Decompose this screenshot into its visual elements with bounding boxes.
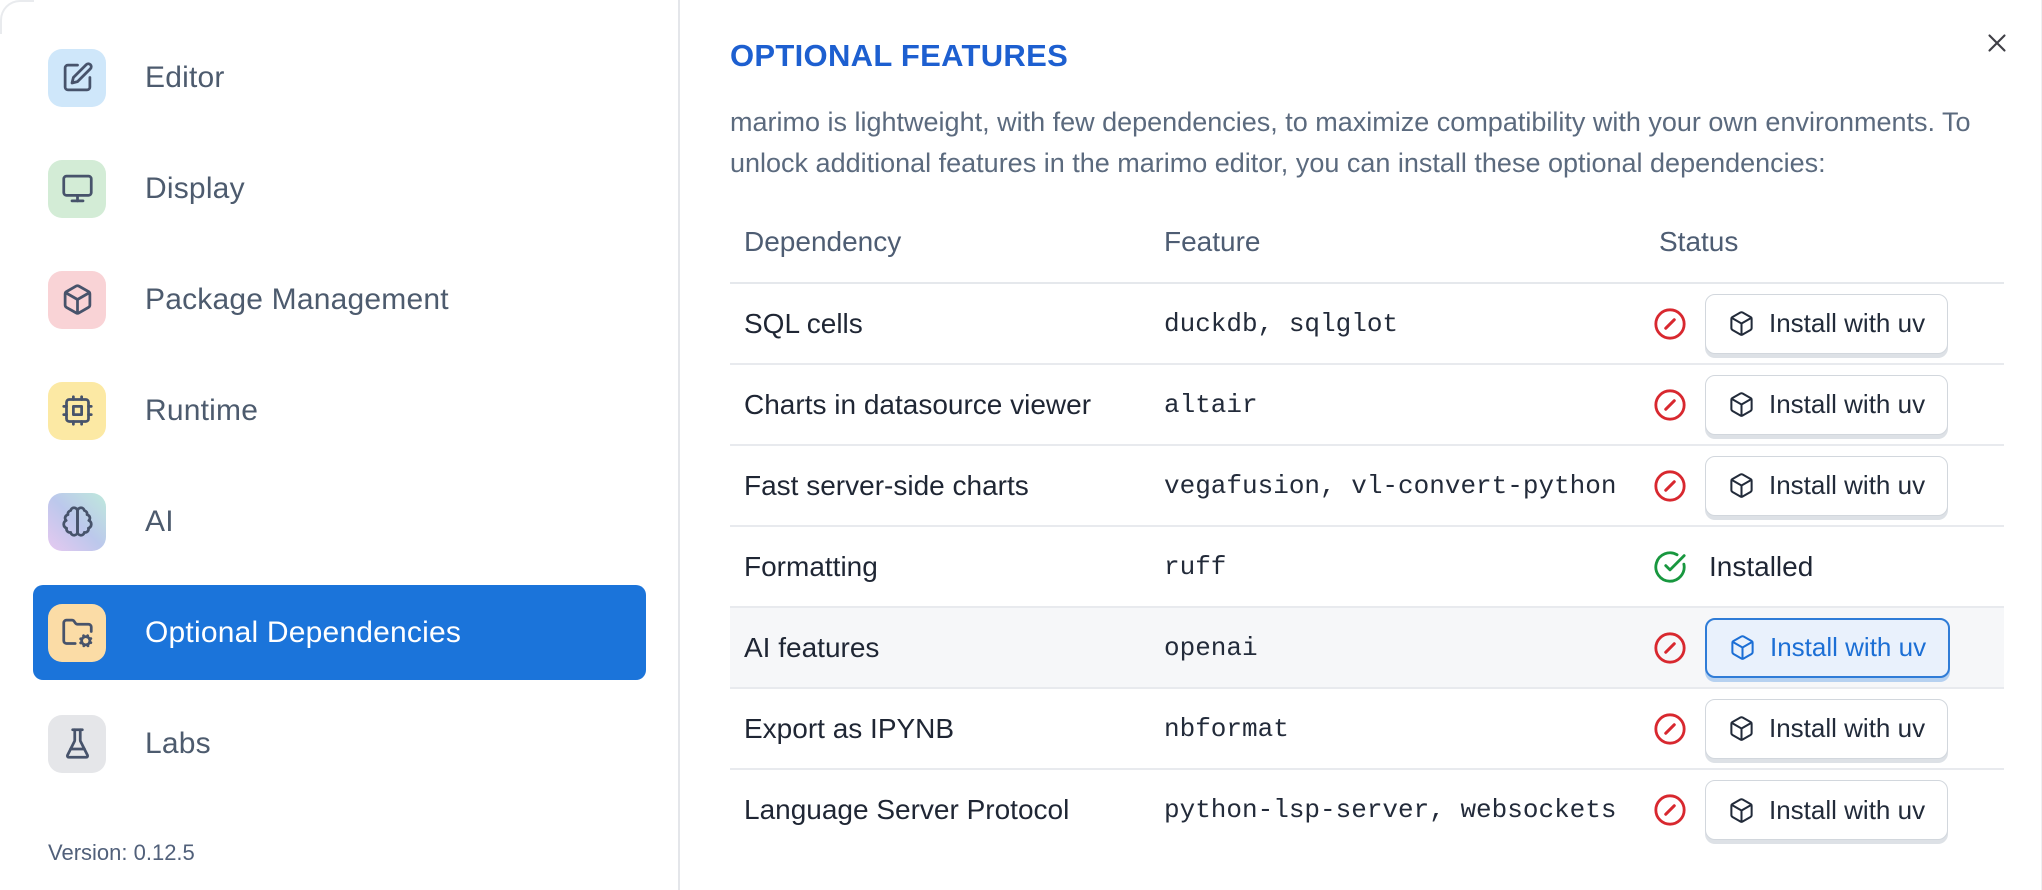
- sidebar-item-display[interactable]: Display: [33, 141, 646, 236]
- sidebar-item-ai[interactable]: AI: [33, 474, 646, 569]
- column-header-dependency: Dependency: [730, 216, 1150, 284]
- status-cell: Install with uv: [1653, 293, 2004, 354]
- box-icon: [1728, 310, 1755, 337]
- status-cell: Install with uv: [1653, 617, 2004, 678]
- status-cell: Install with uv: [1653, 374, 2004, 435]
- brain-icon: [48, 492, 106, 551]
- install-button-label: Install with uv: [1769, 794, 1926, 825]
- sidebar-item-runtime[interactable]: Runtime: [33, 363, 646, 458]
- folder-cog-icon: [48, 603, 106, 662]
- settings-dialog: Editor Display Package Management Runtim…: [0, 0, 2042, 890]
- table-row: Language Server Protocol python-lsp-serv…: [730, 769, 2004, 850]
- status-cell: Install with uv: [1653, 780, 2004, 840]
- flask-conical-icon: [48, 714, 106, 773]
- status-cell: Install with uv: [1653, 698, 2004, 759]
- sidebar-item-label: Display: [145, 171, 245, 205]
- installed-status-label: Installed: [1709, 550, 1814, 582]
- sidebar-item-package-management[interactable]: Package Management: [33, 252, 646, 347]
- table-row: Export as IPYNB nbformat Install with uv: [730, 688, 2004, 770]
- dependency-cell: Export as IPYNB: [730, 688, 1150, 770]
- install-button-label: Install with uv: [1769, 389, 1926, 419]
- table-row: Fast server-side charts vegafusion, vl-c…: [730, 445, 2004, 527]
- install-with-uv-button[interactable]: Install with uv: [1705, 617, 1951, 678]
- table-row: AI features openai Install with uv: [730, 607, 2004, 689]
- sidebar-nav: Editor Display Package Management Runtim…: [0, 30, 678, 791]
- dependency-cell: SQL cells: [730, 283, 1150, 365]
- panel-description: marimo is lightweight, with few dependen…: [730, 107, 1971, 178]
- sidebar-item-labs[interactable]: Labs: [33, 696, 646, 791]
- table-row: Formatting ruff Installed: [730, 526, 2004, 608]
- box-icon: [1729, 634, 1756, 661]
- circle-x-icon: [1653, 793, 1687, 827]
- column-header-feature: Feature: [1150, 216, 1645, 284]
- box-icon: [1728, 715, 1755, 742]
- sidebar-item-label: Labs: [145, 726, 211, 760]
- install-button-label: Install with uv: [1769, 308, 1926, 338]
- settings-sidebar: Editor Display Package Management Runtim…: [0, 0, 680, 890]
- box-icon: [1728, 391, 1755, 418]
- version-label: Version: 0.12.5: [48, 840, 195, 865]
- sidebar-item-editor[interactable]: Editor: [33, 30, 646, 125]
- optional-features-panel: OPTIONAL FEATURES marimo is lightweight,…: [680, 0, 2042, 890]
- box-icon: [1728, 472, 1755, 499]
- install-with-uv-button[interactable]: Install with uv: [1705, 374, 1949, 435]
- dependency-cell: AI features: [730, 607, 1150, 689]
- dependency-cell: Formatting: [730, 526, 1150, 608]
- install-button-label: Install with uv: [1770, 632, 1927, 662]
- install-button-label: Install with uv: [1769, 713, 1926, 743]
- status-cell: Installed: [1653, 550, 2004, 584]
- circle-x-icon: [1653, 631, 1687, 665]
- install-button-label: Install with uv: [1769, 470, 1926, 500]
- feature-cell: openai: [1150, 607, 1645, 689]
- sidebar-item-label: Optional Dependencies: [145, 615, 462, 649]
- status-cell: Install with uv: [1653, 455, 2004, 516]
- square-pen-icon: [48, 48, 106, 107]
- circle-x-icon: [1653, 712, 1687, 746]
- feature-cell: nbformat: [1150, 688, 1645, 770]
- box-icon: [1728, 797, 1755, 824]
- dependency-cell: Fast server-side charts: [730, 445, 1150, 527]
- feature-cell: python-lsp-server, websockets: [1164, 795, 1617, 825]
- sidebar-item-label: Package Management: [145, 282, 449, 316]
- close-icon: [1982, 28, 2012, 58]
- circle-x-icon: [1653, 469, 1687, 503]
- sidebar-item-label: AI: [145, 504, 174, 538]
- circle-x-icon: [1653, 307, 1687, 341]
- table-body: SQL cells duckdb, sqlglot Install with u…: [730, 283, 2004, 850]
- cpu-icon: [48, 381, 106, 440]
- dependencies-table: Dependency Feature Status SQL cells duck…: [730, 216, 2004, 850]
- table-header-row: Dependency Feature Status: [730, 216, 2004, 284]
- dependency-cell: Charts in datasource viewer: [730, 364, 1150, 446]
- install-with-uv-button[interactable]: Install with uv: [1705, 780, 1949, 840]
- sidebar-item-optional-dependencies[interactable]: Optional Dependencies: [33, 585, 646, 680]
- table-row: Charts in datasource viewer altair Insta…: [730, 364, 2004, 446]
- column-header-status: Status: [1645, 216, 2004, 284]
- sidebar-item-label: Editor: [145, 60, 225, 94]
- page-title: OPTIONAL FEATURES: [730, 38, 1069, 73]
- install-with-uv-button[interactable]: Install with uv: [1705, 293, 1949, 354]
- feature-cell: vegafusion, vl-convert-python: [1150, 445, 1645, 527]
- box-icon: [48, 270, 106, 329]
- table-row: SQL cells duckdb, sqlglot Install with u…: [730, 283, 2004, 365]
- feature-cell: duckdb, sqlglot: [1150, 283, 1645, 365]
- install-with-uv-button[interactable]: Install with uv: [1705, 455, 1949, 516]
- dependency-cell: Language Server Protocol: [744, 794, 1070, 825]
- monitor-icon: [48, 159, 106, 218]
- circle-check-icon: [1653, 550, 1687, 584]
- sidebar-item-label: Runtime: [145, 393, 259, 427]
- circle-x-icon: [1653, 388, 1687, 422]
- feature-cell: ruff: [1150, 526, 1645, 608]
- feature-cell: altair: [1150, 364, 1645, 446]
- install-with-uv-button[interactable]: Install with uv: [1705, 698, 1949, 759]
- close-button[interactable]: [1976, 22, 2018, 64]
